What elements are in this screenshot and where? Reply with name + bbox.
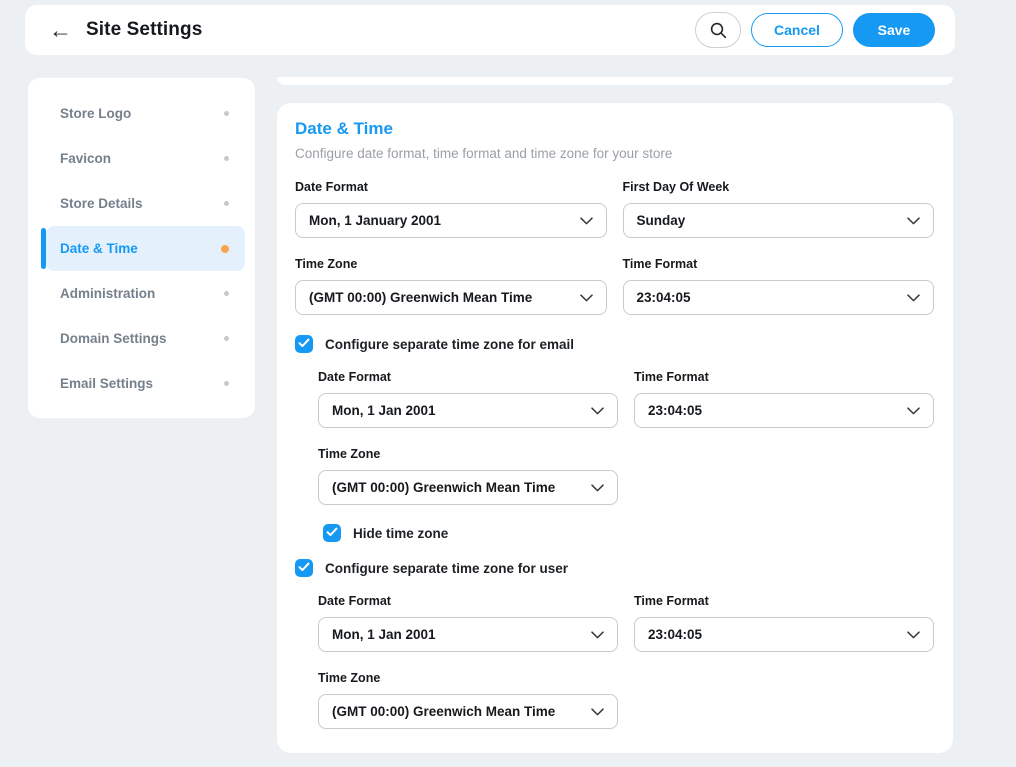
user-time-format-select[interactable]: 23:04:05 [634, 617, 934, 652]
first-day-of-week-label: First Day Of Week [623, 180, 935, 194]
hide-time-zone-label: Hide time zone [353, 526, 448, 541]
user-time-format-field: Time Format 23:04:05 [634, 594, 934, 652]
date-time-settings-card: Date & Time Configure date format, time … [277, 103, 953, 753]
email-time-format-field: Time Format 23:04:05 [634, 370, 934, 428]
settings-sidebar: Store Logo Favicon Store Details Date & … [28, 78, 255, 418]
user-time-zone-field: Time Zone (GMT 00:00) Greenwich Mean Tim… [318, 671, 618, 729]
sidebar-item-label: Date & Time [60, 241, 138, 256]
status-dot [224, 111, 229, 116]
chevron-down-icon [907, 217, 920, 225]
user-date-format-select[interactable]: Mon, 1 Jan 2001 [318, 617, 618, 652]
time-format-select[interactable]: 23:04:05 [623, 280, 935, 315]
email-timezone-toggle-row: Configure separate time zone for email [295, 335, 934, 353]
sidebar-item-date-time[interactable]: Date & Time [46, 226, 245, 271]
email-date-format-field: Date Format Mon, 1 Jan 2001 [318, 370, 618, 428]
first-day-of-week-select[interactable]: Sunday [623, 203, 935, 238]
previous-section-card-edge [277, 77, 953, 85]
status-dot [224, 336, 229, 341]
sidebar-item-email-settings[interactable]: Email Settings [46, 361, 245, 406]
time-zone-select[interactable]: (GMT 00:00) Greenwich Mean Time [295, 280, 607, 315]
chevron-down-icon [591, 708, 604, 716]
hide-time-zone-checkbox[interactable] [323, 524, 341, 542]
sidebar-item-domain-settings[interactable]: Domain Settings [46, 316, 245, 361]
email-timezone-fields: Date Format Mon, 1 Jan 2001 Time Format … [318, 370, 934, 542]
date-format-label: Date Format [295, 180, 607, 194]
check-icon [298, 335, 310, 353]
status-dot [224, 381, 229, 386]
select-value: Sunday [637, 213, 686, 228]
user-time-zone-select[interactable]: (GMT 00:00) Greenwich Mean Time [318, 694, 618, 729]
first-day-of-week-field: First Day Of Week Sunday [623, 180, 935, 238]
email-time-format-label: Time Format [634, 370, 934, 384]
sidebar-item-label: Favicon [60, 151, 111, 166]
email-date-format-label: Date Format [318, 370, 618, 384]
chevron-down-icon [907, 407, 920, 415]
user-timezone-checkbox[interactable] [295, 559, 313, 577]
select-value: Mon, 1 Jan 2001 [332, 403, 436, 418]
select-value: Mon, 1 Jan 2001 [332, 627, 436, 642]
time-format-label: Time Format [623, 257, 935, 271]
chevron-down-icon [907, 294, 920, 302]
select-value: (GMT 00:00) Greenwich Mean Time [332, 704, 555, 719]
sidebar-item-label: Administration [60, 286, 155, 301]
select-value: (GMT 00:00) Greenwich Mean Time [332, 480, 555, 495]
back-arrow-icon[interactable]: ← [47, 19, 74, 42]
select-value: (GMT 00:00) Greenwich Mean Time [309, 290, 532, 305]
chevron-down-icon [591, 407, 604, 415]
save-button[interactable]: Save [853, 13, 935, 47]
chevron-down-icon [580, 217, 593, 225]
email-timezone-checkbox[interactable] [295, 335, 313, 353]
check-icon [326, 524, 338, 542]
section-subtitle: Configure date format, time format and t… [295, 146, 934, 161]
section-title: Date & Time [295, 119, 934, 139]
sidebar-item-label: Store Details [60, 196, 143, 211]
page-title: Site Settings [86, 19, 202, 41]
user-timezone-toggle-label: Configure separate time zone for user [325, 561, 568, 576]
chevron-down-icon [591, 484, 604, 492]
user-timezone-fields: Date Format Mon, 1 Jan 2001 Time Format … [318, 594, 934, 748]
status-dot [224, 156, 229, 161]
sidebar-item-label: Store Logo [60, 106, 131, 121]
time-zone-field: Time Zone (GMT 00:00) Greenwich Mean Tim… [295, 257, 607, 315]
sidebar-item-favicon[interactable]: Favicon [46, 136, 245, 181]
email-time-zone-label: Time Zone [318, 447, 618, 461]
search-icon [709, 21, 728, 40]
select-value: 23:04:05 [637, 290, 691, 305]
select-value: 23:04:05 [648, 627, 702, 642]
user-time-format-label: Time Format [634, 594, 934, 608]
hide-time-zone-row: Hide time zone [323, 524, 934, 542]
email-date-format-select[interactable]: Mon, 1 Jan 2001 [318, 393, 618, 428]
active-status-dot [221, 245, 229, 253]
search-button[interactable] [695, 12, 741, 48]
header-bar: ← Site Settings Cancel Save [25, 5, 955, 55]
check-icon [298, 559, 310, 577]
user-date-format-label: Date Format [318, 594, 618, 608]
chevron-down-icon [580, 294, 593, 302]
select-value: Mon, 1 January 2001 [309, 213, 441, 228]
date-format-field: Date Format Mon, 1 January 2001 [295, 180, 607, 238]
chevron-down-icon [907, 631, 920, 639]
sidebar-item-store-logo[interactable]: Store Logo [46, 91, 245, 136]
user-date-format-field: Date Format Mon, 1 Jan 2001 [318, 594, 618, 652]
sidebar-item-label: Email Settings [60, 376, 153, 391]
time-format-field: Time Format 23:04:05 [623, 257, 935, 315]
email-timezone-toggle-label: Configure separate time zone for email [325, 337, 574, 352]
sidebar-item-label: Domain Settings [60, 331, 167, 346]
select-value: 23:04:05 [648, 403, 702, 418]
status-dot [224, 291, 229, 296]
time-zone-label: Time Zone [295, 257, 607, 271]
header-actions: Cancel Save [695, 12, 935, 48]
email-time-zone-select[interactable]: (GMT 00:00) Greenwich Mean Time [318, 470, 618, 505]
user-time-zone-label: Time Zone [318, 671, 618, 685]
email-time-format-select[interactable]: 23:04:05 [634, 393, 934, 428]
status-dot [224, 201, 229, 206]
chevron-down-icon [591, 631, 604, 639]
email-time-zone-field: Time Zone (GMT 00:00) Greenwich Mean Tim… [318, 447, 618, 505]
sidebar-item-store-details[interactable]: Store Details [46, 181, 245, 226]
sidebar-item-administration[interactable]: Administration [46, 271, 245, 316]
cancel-button[interactable]: Cancel [751, 13, 843, 47]
date-format-select[interactable]: Mon, 1 January 2001 [295, 203, 607, 238]
user-timezone-toggle-row: Configure separate time zone for user [295, 559, 934, 577]
